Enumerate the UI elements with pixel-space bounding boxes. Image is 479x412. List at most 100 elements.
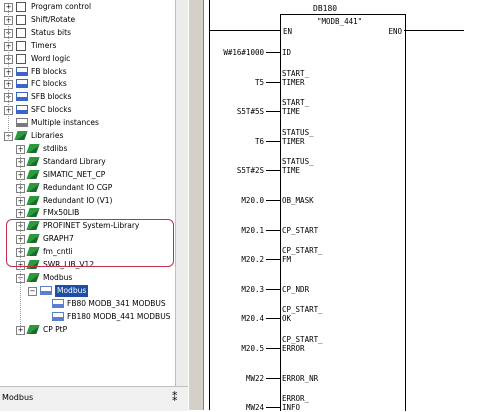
block-name: "MODB_441" <box>317 17 363 26</box>
tree-item[interactable]: + FC blocks <box>0 78 175 90</box>
tree-item-label: FB80 MODB_341 MODBUS <box>67 298 166 308</box>
library-icon <box>26 324 40 334</box>
expand-icon[interactable]: + <box>16 325 25 335</box>
tree-item[interactable]: + SIMATIC_NET_CP <box>0 169 175 181</box>
tree-item[interactable]: + Program control <box>0 1 175 13</box>
actual-parameter[interactable]: T5 <box>204 78 264 87</box>
tree-item[interactable]: + stdlibs <box>0 143 175 155</box>
tree-item-label: Redundant IO CGP <box>43 182 113 192</box>
tree-item-label: FC blocks <box>31 79 67 89</box>
formal-parameter: ERROR_ INFO <box>282 394 310 412</box>
function-block-icon <box>52 298 64 308</box>
help-cursor-icon[interactable]: ⁑ <box>172 391 178 404</box>
formal-parameter: STATUS_ TIME <box>282 157 314 176</box>
actual-parameter[interactable]: M20.1 <box>204 226 264 235</box>
folder-icon <box>16 27 26 38</box>
input-wire <box>266 288 280 290</box>
actual-parameter[interactable]: M20.2 <box>204 255 264 264</box>
tree-item[interactable]: − Modbus <box>0 272 175 284</box>
tree-item[interactable]: − Libraries <box>0 130 175 142</box>
tree-item[interactable]: Multiple instances <box>0 117 175 129</box>
tree-scrollbar[interactable] <box>175 0 188 386</box>
tree-item[interactable]: + FB blocks <box>0 66 175 78</box>
formal-parameter: CP_NDR <box>282 284 310 294</box>
highlight-frame <box>6 219 174 267</box>
tree-item-label: SIMATIC_NET_CP <box>43 169 106 179</box>
library-icon <box>26 195 40 205</box>
folder-icon <box>16 14 26 25</box>
formal-parameter: ID <box>282 48 292 57</box>
tree-item-label: Multiple instances <box>31 118 99 128</box>
input-wire <box>266 111 280 113</box>
formal-parameter: START_ TIMER <box>282 68 310 87</box>
formal-parameter: CP_START_ OK <box>282 305 323 324</box>
actual-parameter[interactable]: M20.4 <box>204 314 264 323</box>
tree-item[interactable]: − Modbus <box>0 284 175 297</box>
actual-parameter[interactable]: M20.5 <box>204 344 264 353</box>
tree-guide-line <box>8 8 9 141</box>
tree-item-label: FB blocks <box>31 66 67 76</box>
folder-icon <box>16 53 26 64</box>
input-wire <box>266 229 280 231</box>
sfc-block-icon <box>16 105 28 115</box>
library-icon <box>26 169 40 179</box>
tree-item-label: stdlibs <box>43 143 68 153</box>
tree-item[interactable]: + Word logic <box>0 53 175 65</box>
library-tree-panel: + Program control + Shift/Rotate + Status bit… <box>0 0 188 386</box>
folder-icon <box>16 40 26 51</box>
tree-item-label: Libraries <box>31 131 64 140</box>
actual-parameter[interactable]: MW22 <box>204 374 264 383</box>
actual-parameter[interactable]: M20.3 <box>204 285 264 294</box>
status-bar: Modbus ⁑ <box>0 386 188 411</box>
input-wire <box>266 377 280 379</box>
tree-item-label: Program control <box>31 2 92 11</box>
actual-parameter[interactable]: MW24 <box>204 403 264 412</box>
tree-item[interactable]: FB180 MODB_441 MODBUS <box>0 311 175 323</box>
pane-splitter[interactable] <box>188 0 204 410</box>
tree-item[interactable]: FB80 MODB_341 MODBUS <box>0 298 175 310</box>
tree-item-label: Shift/Rotate <box>31 14 76 24</box>
formal-parameter: OB_MASK <box>282 196 314 205</box>
tree-item-label: Word logic <box>31 53 71 63</box>
tree-item[interactable]: + Timers <box>0 40 175 52</box>
library-icon <box>26 143 40 153</box>
tree-item[interactable]: + FMx50LIB <box>0 207 175 219</box>
ladder-network-area: DB180 "MODB_441" EN ENO W#16#1000 ID T5 STA… <box>204 0 479 412</box>
formal-parameter: START_ TIME <box>282 98 310 117</box>
tree-item-label: CP PtP <box>43 324 68 334</box>
actual-parameter[interactable]: T6 <box>204 137 264 146</box>
formal-parameter: STATUS_ TIMER <box>282 127 314 146</box>
collapse-icon[interactable]: − <box>28 286 37 296</box>
tree-item[interactable]: + SFB blocks <box>0 91 175 103</box>
tree-item-label: FB180 MODB_441 MODBUS <box>67 311 171 321</box>
actual-parameter[interactable]: S5T#5S <box>204 107 264 116</box>
en-wire <box>209 30 280 31</box>
formal-parameter: ERROR_NR <box>282 373 319 383</box>
formal-parameter: CP_START_ FM <box>282 246 323 265</box>
tree-item[interactable]: + CP PtP <box>0 324 175 336</box>
tree-item[interactable]: + Status bits <box>0 27 175 39</box>
folder-icon <box>16 2 26 12</box>
actual-parameter[interactable]: M20.0 <box>204 196 264 205</box>
eno-wire <box>404 30 464 31</box>
input-wire <box>266 200 280 201</box>
tree-item-label: Modbus <box>55 284 89 297</box>
fc-block-icon <box>16 79 28 89</box>
block-folder-icon <box>40 285 52 295</box>
sfb-block-icon <box>16 92 28 102</box>
tree-item[interactable]: + Shift/Rotate <box>0 14 175 26</box>
tree-item-label: Redundant IO (V1) <box>43 195 113 205</box>
library-icon <box>14 131 28 140</box>
input-wire <box>266 259 280 261</box>
tree-item[interactable]: + Redundant IO CGP <box>0 182 175 194</box>
tree-item[interactable]: + Standard Library <box>0 156 175 168</box>
input-wire <box>266 170 280 172</box>
function-block-icon <box>52 311 64 321</box>
tree-item[interactable]: + Redundant IO (V1) <box>0 195 175 207</box>
tree-item[interactable]: + SFC blocks <box>0 104 175 116</box>
actual-parameter[interactable]: W#16#1000 <box>204 48 264 57</box>
tree-item-label: Modbus <box>43 272 73 282</box>
actual-parameter[interactable]: S5T#2S <box>204 166 264 175</box>
tree-item-label: Timers <box>31 40 57 50</box>
library-icon <box>26 272 40 282</box>
